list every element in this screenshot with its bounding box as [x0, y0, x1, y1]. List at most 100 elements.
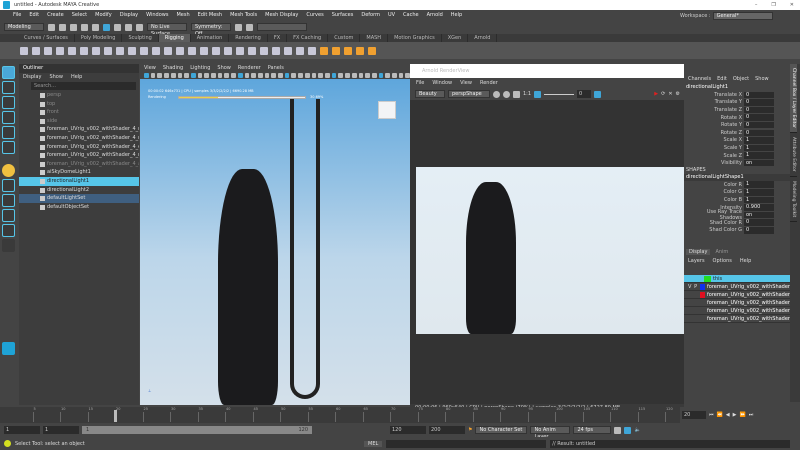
viewport-menu-renderer[interactable]: Renderer [238, 65, 261, 71]
tab-modeling-toolkit[interactable]: Modeling Toolkit [790, 177, 797, 222]
go-to-end-icon[interactable]: ⏭ [749, 412, 754, 418]
save-scene-icon[interactable] [70, 23, 77, 31]
outliner-item[interactable]: foreman_UVrig_v002_withShader_4_mainGrp [19, 125, 139, 134]
render-start-icon[interactable]: ▶ [654, 91, 658, 97]
menu-set-dropdown[interactable]: Modeling [4, 23, 44, 31]
shelf-tool-icon[interactable] [224, 46, 232, 55]
layer-visibility-toggle[interactable]: V [688, 284, 692, 290]
channel-value-field[interactable]: 0 [744, 121, 774, 129]
outliner-item[interactable]: front [19, 108, 139, 117]
shelf-tool-icon[interactable] [248, 46, 256, 55]
shelf-tab-fx-caching[interactable]: FX Caching [287, 34, 329, 42]
channel-value-field[interactable]: 0 [744, 114, 774, 121]
four-view-layout-icon[interactable] [2, 194, 15, 207]
undo-icon[interactable] [81, 23, 88, 31]
shelf-tool-icon[interactable] [80, 46, 88, 55]
viewport-tool-icon[interactable] [298, 73, 303, 78]
viewport-tool-icon[interactable] [271, 73, 277, 78]
viewport-tool-icon[interactable] [177, 73, 183, 78]
user-login-dropdown[interactable] [257, 23, 307, 31]
shelf-tool-icon[interactable] [68, 46, 76, 55]
play-icon[interactable]: ▶ [733, 412, 737, 418]
camera-dropdown[interactable]: perspShape [448, 90, 490, 98]
viewport-tool-icon[interactable] [371, 73, 377, 78]
viewport-menu-panels[interactable]: Panels [268, 65, 284, 71]
outliner-item[interactable]: directionalLight1 [19, 176, 139, 186]
step-back-key-icon[interactable]: ⏪ [717, 412, 723, 418]
shelf-tab-mash[interactable]: MASH [360, 34, 389, 42]
refresh-icon[interactable]: ⟳ [661, 91, 665, 97]
shelf-tab-fx[interactable]: FX [268, 34, 288, 42]
menu-mesh-tools[interactable]: Mesh Tools [230, 12, 257, 18]
shelf-tool-icon[interactable] [116, 46, 124, 55]
render-image[interactable] [416, 167, 684, 334]
current-frame-field[interactable]: 20 [682, 411, 706, 419]
shelf-tool-icon[interactable] [356, 46, 364, 55]
select-by-object-icon[interactable] [103, 23, 110, 31]
menu-create[interactable]: Create [47, 12, 64, 18]
viewport-tool-icon[interactable] [365, 73, 370, 78]
current-time-marker[interactable] [114, 410, 117, 422]
shelf-tool-icon[interactable] [344, 46, 352, 55]
display-layer[interactable]: foreman_UVrig_v002_withShader [684, 315, 790, 324]
channel-value-field[interactable]: 0.900 [744, 204, 774, 211]
viewport-menu-shading[interactable]: Shading [163, 65, 183, 71]
menu-select[interactable]: Select [72, 12, 87, 18]
layers-menu-options[interactable]: Options [713, 258, 732, 264]
shelf-tab-animation[interactable]: Animation [191, 34, 230, 42]
render-icon[interactable] [235, 23, 242, 31]
menu-surfaces[interactable]: Surfaces [332, 12, 354, 18]
viewport-tool-icon[interactable] [224, 73, 230, 78]
channel-value-field[interactable]: 0 [744, 99, 774, 106]
snap-grid-icon[interactable] [114, 23, 121, 31]
ratio-button[interactable]: 1:1 [523, 91, 531, 97]
viewport-tool-icon[interactable] [278, 73, 283, 78]
viewport-tool-icon[interactable] [291, 73, 297, 78]
cache-playback-icon[interactable] [624, 426, 632, 434]
maximize-button[interactable]: ❐ [771, 0, 775, 10]
channel-value-field[interactable]: 1 [744, 189, 774, 196]
outliner-item[interactable]: top [19, 100, 139, 109]
cb-menu-object[interactable]: Object [733, 76, 749, 82]
viewport-tool-icon[interactable] [164, 73, 169, 78]
shelf-tool-icon[interactable] [188, 46, 196, 55]
viewport-tool-icon[interactable] [324, 73, 330, 78]
shelf-tool-icon[interactable] [140, 46, 148, 55]
outliner-item[interactable]: side [19, 117, 139, 126]
cb-menu-edit[interactable]: Edit [717, 76, 727, 82]
display-layer[interactable]: foreman_UVrig_v002_withShader [684, 299, 790, 308]
viewport-tool-icon[interactable] [304, 73, 310, 78]
shelf-tool-icon[interactable] [272, 46, 280, 55]
shelf-tool-icon[interactable] [296, 46, 304, 55]
shelf-tool-icon[interactable] [104, 46, 112, 55]
rv-menu-render[interactable]: Render [480, 80, 498, 86]
menu-mesh[interactable]: Mesh [176, 12, 189, 18]
viewport-tool-icon[interactable] [345, 73, 350, 78]
shelf-tool-icon[interactable] [320, 46, 328, 55]
anim-layer-dropdown[interactable]: No Anim Layer [530, 426, 571, 440]
channel-value-field[interactable]: 1 [744, 144, 774, 152]
shelf-tab-curves-surfaces[interactable]: Curves / Surfaces [18, 34, 75, 42]
scale-tool-icon[interactable] [2, 141, 15, 154]
shelf-tool-icon[interactable] [368, 46, 376, 55]
viewport-tool-icon[interactable] [318, 73, 323, 78]
outliner-item[interactable]: defaultObjectSet [19, 203, 139, 212]
light-icon[interactable] [2, 164, 15, 177]
menu-file[interactable]: File [13, 12, 21, 18]
menu-cache[interactable]: Cache [403, 12, 419, 18]
move-tool-icon[interactable] [2, 111, 15, 124]
menu-curves[interactable]: Curves [306, 12, 323, 18]
viewport-tool-icon[interactable] [157, 73, 163, 78]
outliner-item[interactable]: persp [19, 91, 139, 100]
viewport-tool-icon[interactable] [150, 73, 156, 78]
outliner-item[interactable]: defaultLightSet [19, 194, 139, 203]
viewport-tool-icon[interactable] [338, 73, 344, 78]
channel-value-field[interactable]: 1 [744, 137, 774, 144]
viewport-tool-icon[interactable] [217, 73, 223, 78]
viewport-menu-view[interactable]: View [144, 65, 156, 71]
outliner-menu-help[interactable]: Help [71, 74, 82, 80]
channel-value-field[interactable]: 0 [744, 129, 774, 137]
script-language-button[interactable]: MEL [364, 440, 383, 447]
shelf-tab-sculpting[interactable]: Sculpting [122, 34, 159, 42]
channel-value-field[interactable]: on [744, 159, 774, 167]
